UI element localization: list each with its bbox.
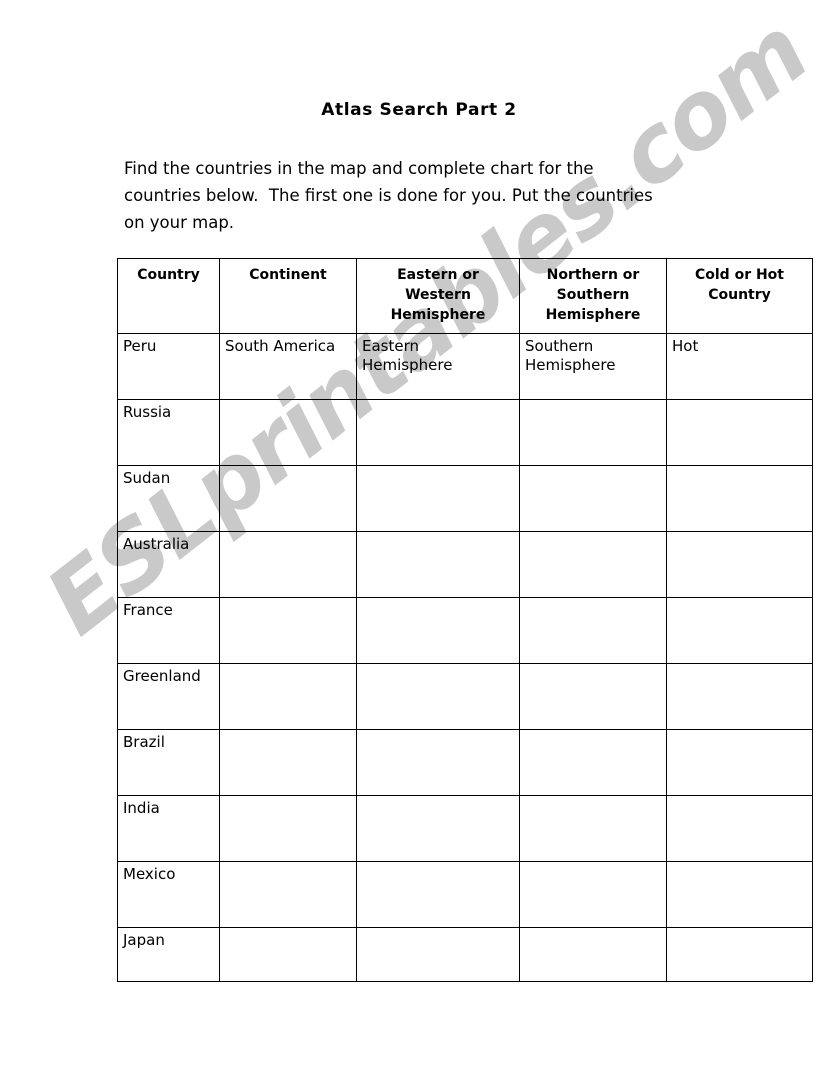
header-line: Eastern or [397,267,479,283]
cell-north-south-hemisphere[interactable] [519,861,667,928]
header-line: Cold or Hot [694,267,784,283]
column-header-climate: Cold or Hot Country [666,258,813,334]
header-line: Hemisphere [390,307,486,323]
cell-continent[interactable] [219,663,357,730]
column-header-country: Country [117,258,220,334]
cell-north-south-hemisphere[interactable] [519,927,667,982]
cell-line: Eastern [362,337,420,355]
cell-continent[interactable] [219,729,357,796]
country-chart-table: Country Continent Eastern or Western Hem… [117,258,813,982]
cell-country[interactable]: Peru [117,333,220,400]
cell-climate[interactable]: Hot [666,333,813,400]
table-row: India [117,795,813,862]
header-line: Hemisphere [545,307,641,323]
cell-continent[interactable] [219,861,357,928]
header-line: Country [708,287,771,303]
cell-north-south-hemisphere[interactable] [519,399,667,466]
table-row: Mexico [117,861,813,928]
header-line: Southern [556,287,630,303]
header-line: Northern or [546,267,640,283]
cell-east-west-hemisphere[interactable] [356,465,520,532]
cell-north-south-hemisphere[interactable] [519,663,667,730]
cell-climate[interactable] [666,531,813,598]
cell-east-west-hemisphere[interactable] [356,729,520,796]
cell-east-west-hemisphere[interactable] [356,597,520,664]
cell-north-south-hemisphere[interactable] [519,531,667,598]
header-line: Country [137,267,200,283]
table-header-row: Country Continent Eastern or Western Hem… [117,258,813,334]
table-row: Brazil [117,729,813,796]
cell-climate[interactable] [666,399,813,466]
table-row: Greenland [117,663,813,730]
cell-north-south-hemisphere[interactable] [519,465,667,532]
atlas-search-chart: Country Continent Eastern or Western Hem… [117,258,813,982]
table-row: Japan [117,927,813,982]
cell-climate[interactable] [666,597,813,664]
cell-east-west-hemisphere[interactable] [356,531,520,598]
column-header-north-south-hemisphere: Northern or Southern Hemisphere [519,258,667,334]
cell-country[interactable]: Greenland [117,663,220,730]
cell-country[interactable]: Australia [117,531,220,598]
table-row: France [117,597,813,664]
cell-country[interactable]: Sudan [117,465,220,532]
column-header-east-west-hemisphere: Eastern or Western Hemisphere [356,258,520,334]
table-row: Australia [117,531,813,598]
cell-line: Southern [525,337,594,355]
cell-continent[interactable] [219,597,357,664]
cell-climate[interactable] [666,465,813,532]
cell-north-south-hemisphere[interactable] [519,795,667,862]
cell-country[interactable]: Japan [117,927,220,982]
cell-continent[interactable] [219,927,357,982]
table-row: Sudan [117,465,813,532]
cell-east-west-hemisphere[interactable] [356,663,520,730]
cell-climate[interactable] [666,861,813,928]
cell-climate[interactable] [666,795,813,862]
cell-continent[interactable] [219,399,357,466]
cell-east-west-hemisphere[interactable] [356,399,520,466]
cell-continent[interactable] [219,465,357,532]
instruction-line: on your map. [124,213,235,232]
instruction-line: countries below. The first one is done f… [124,186,653,205]
header-line: Western [405,287,471,303]
cell-north-south-hemisphere[interactable]: Southern Hemisphere [519,333,667,400]
cell-line: Hemisphere [525,356,616,374]
cell-country[interactable]: France [117,597,220,664]
column-header-continent: Continent [219,258,357,334]
cell-country[interactable]: Mexico [117,861,220,928]
cell-country[interactable]: Russia [117,399,220,466]
table-body: Peru South America Eastern Hemisphere Southe… [117,333,813,982]
cell-line: Hemisphere [362,356,453,374]
cell-climate[interactable] [666,663,813,730]
cell-continent[interactable] [219,531,357,598]
cell-country[interactable]: Brazil [117,729,220,796]
cell-east-west-hemisphere[interactable] [356,795,520,862]
header-line: Continent [249,267,327,283]
cell-continent[interactable]: South America [219,333,357,400]
cell-continent[interactable] [219,795,357,862]
instruction-line: Find the countries in the map and comple… [124,159,594,178]
cell-country[interactable]: India [117,795,220,862]
table-row: Peru South America Eastern Hemisphere Southe… [117,333,813,400]
cell-north-south-hemisphere[interactable] [519,597,667,664]
cell-climate[interactable] [666,729,813,796]
cell-east-west-hemisphere[interactable]: Eastern Hemisphere [356,333,520,400]
cell-climate[interactable] [666,927,813,982]
table-header: Country Continent Eastern or Western Hem… [117,258,813,334]
cell-north-south-hemisphere[interactable] [519,729,667,796]
table-row: Russia [117,399,813,466]
page-title: Atlas Search Part 2 [321,100,517,120]
worksheet-page: ESLprintables.com Atlas Search Part 2 Fi… [0,0,838,1086]
cell-east-west-hemisphere[interactable] [356,861,520,928]
cell-east-west-hemisphere[interactable] [356,927,520,982]
instructions-block: Find the countries in the map and comple… [124,155,744,236]
